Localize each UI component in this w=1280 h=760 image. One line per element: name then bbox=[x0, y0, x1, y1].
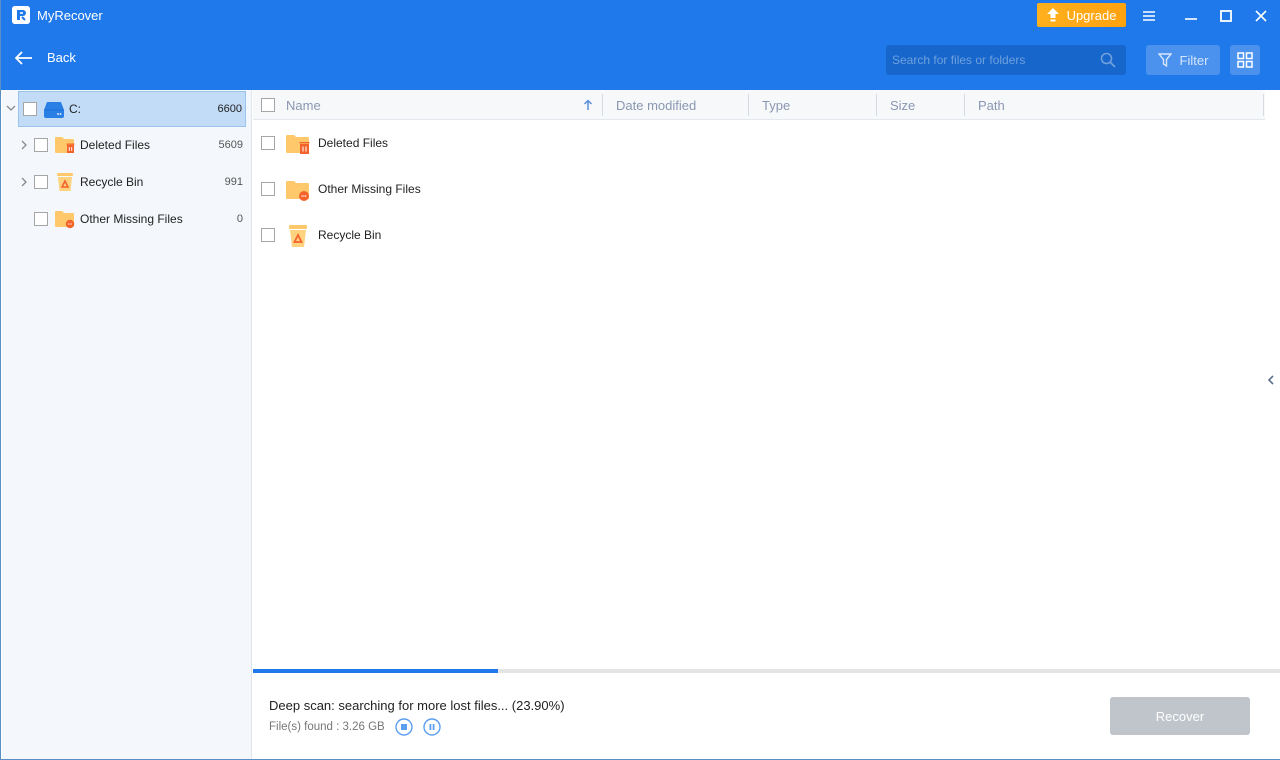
footer: Deep scan: searching for more lost files… bbox=[253, 673, 1280, 759]
chevron-down-icon[interactable] bbox=[6, 103, 16, 113]
hamburger-menu-icon bbox=[1143, 11, 1155, 21]
pause-scan-icon[interactable] bbox=[423, 718, 441, 736]
row-name: Deleted Files bbox=[318, 136, 389, 150]
table-row[interactable]: Deleted Files bbox=[253, 120, 1265, 166]
column-divider[interactable] bbox=[748, 94, 749, 116]
header: MyRecover Upgrade Back Search for files … bbox=[1, 0, 1280, 90]
drive-c-label: C: bbox=[69, 102, 81, 116]
collapse-panel-chevron-icon[interactable] bbox=[1266, 373, 1276, 387]
filter-icon bbox=[1157, 53, 1172, 67]
other-missing-files-checkbox[interactable] bbox=[34, 212, 48, 226]
scan-status-text: Deep scan: searching for more lost files… bbox=[269, 698, 565, 713]
row-checkbox[interactable] bbox=[261, 136, 275, 150]
chevron-right-icon[interactable] bbox=[19, 177, 29, 187]
close-button[interactable] bbox=[1251, 6, 1271, 26]
tree-item-drive-c[interactable]: C: 6600 bbox=[18, 91, 246, 127]
column-header-path[interactable]: Path bbox=[978, 90, 1005, 120]
other-missing-files-label: Other Missing Files bbox=[80, 212, 183, 226]
deleted-folder-icon bbox=[55, 137, 75, 153]
filter-label: Filter bbox=[1179, 52, 1209, 68]
column-divider[interactable] bbox=[876, 94, 877, 116]
select-all-checkbox[interactable] bbox=[261, 98, 275, 112]
row-checkbox[interactable] bbox=[261, 228, 275, 242]
column-divider[interactable] bbox=[964, 94, 965, 116]
column-header-name[interactable]: Name bbox=[286, 90, 321, 120]
search-box[interactable] bbox=[886, 45, 1126, 75]
deleted-files-checkbox[interactable] bbox=[34, 138, 48, 152]
files-found-text: File(s) found : 3.26 GB bbox=[269, 721, 385, 733]
recycle-bin-checkbox[interactable] bbox=[34, 175, 48, 189]
deleted-files-label: Deleted Files bbox=[80, 138, 151, 152]
recycle-bin-label: Recycle Bin bbox=[80, 175, 144, 189]
toolbar: Back Filter bbox=[1, 40, 1280, 80]
tree-item-deleted-files[interactable]: Deleted Files 5609 bbox=[2, 127, 252, 163]
column-divider[interactable] bbox=[602, 94, 603, 116]
row-checkbox[interactable] bbox=[261, 182, 275, 196]
back-label: Back bbox=[47, 50, 76, 65]
column-divider[interactable] bbox=[1263, 94, 1264, 116]
column-header-size[interactable]: Size bbox=[890, 90, 915, 120]
row-name: Other Missing Files bbox=[318, 182, 421, 196]
drive-icon bbox=[44, 102, 64, 118]
minimize-button[interactable] bbox=[1181, 6, 1201, 26]
recycle-bin-icon bbox=[289, 225, 307, 247]
recycle-bin-icon bbox=[57, 173, 73, 191]
upgrade-button[interactable]: Upgrade bbox=[1037, 3, 1126, 27]
column-header-type[interactable]: Type bbox=[762, 90, 790, 120]
table-row[interactable]: Other Missing Files bbox=[253, 166, 1265, 212]
stop-scan-icon[interactable] bbox=[395, 718, 413, 736]
row-name: Recycle Bin bbox=[318, 228, 382, 242]
recycle-bin-count: 991 bbox=[224, 176, 243, 188]
recover-button[interactable]: Recover bbox=[1110, 697, 1250, 735]
deleted-files-count: 5609 bbox=[218, 139, 243, 151]
back-button[interactable]: Back bbox=[15, 50, 76, 65]
table-header: Name Date modified Type Size Path bbox=[253, 90, 1265, 120]
files-found-line: File(s) found : 3.26 GB bbox=[269, 718, 441, 736]
deleted-folder-icon bbox=[286, 135, 310, 154]
missing-folder-icon bbox=[55, 211, 75, 229]
missing-folder-icon bbox=[286, 181, 309, 201]
grid-view-icon bbox=[1237, 52, 1253, 68]
app-window: MyRecover Upgrade Back Search for files … bbox=[0, 0, 1280, 760]
sort-ascending-icon[interactable] bbox=[583, 99, 593, 111]
search-icon[interactable] bbox=[1100, 52, 1116, 68]
column-header-date-modified[interactable]: Date modified bbox=[616, 90, 696, 120]
file-list: Name Date modified Type Size Path Delete… bbox=[253, 90, 1280, 669]
back-arrow-icon bbox=[15, 50, 32, 65]
app-logo-icon bbox=[12, 6, 30, 24]
table-row[interactable]: Recycle Bin bbox=[253, 212, 1265, 258]
chevron-right-icon[interactable] bbox=[19, 140, 29, 150]
maximize-button[interactable] bbox=[1216, 6, 1236, 26]
upgrade-label: Upgrade bbox=[1066, 7, 1117, 23]
app-title: MyRecover bbox=[37, 8, 103, 23]
close-icon bbox=[1255, 10, 1267, 22]
tree-item-other-missing-files[interactable]: Other Missing Files 0 bbox=[2, 201, 252, 237]
filter-button[interactable]: Filter bbox=[1146, 45, 1220, 75]
title-bar: MyRecover Upgrade bbox=[1, 0, 1280, 32]
other-missing-files-count: 0 bbox=[236, 213, 243, 225]
drive-c-checkbox[interactable] bbox=[23, 102, 37, 116]
tree-item-recycle-bin[interactable]: Recycle Bin 991 bbox=[2, 164, 252, 200]
minimize-icon bbox=[1185, 18, 1197, 20]
search-input[interactable] bbox=[892, 45, 1092, 75]
sidebar-tree: C: 6600 Deleted Files 5609 Recycle Bin 9… bbox=[2, 90, 252, 759]
view-toggle-button[interactable] bbox=[1230, 45, 1260, 75]
menu-button[interactable] bbox=[1139, 6, 1159, 26]
maximize-icon bbox=[1220, 10, 1232, 22]
drive-c-count: 6600 bbox=[217, 103, 242, 115]
upgrade-arrow-icon bbox=[1046, 8, 1059, 22]
